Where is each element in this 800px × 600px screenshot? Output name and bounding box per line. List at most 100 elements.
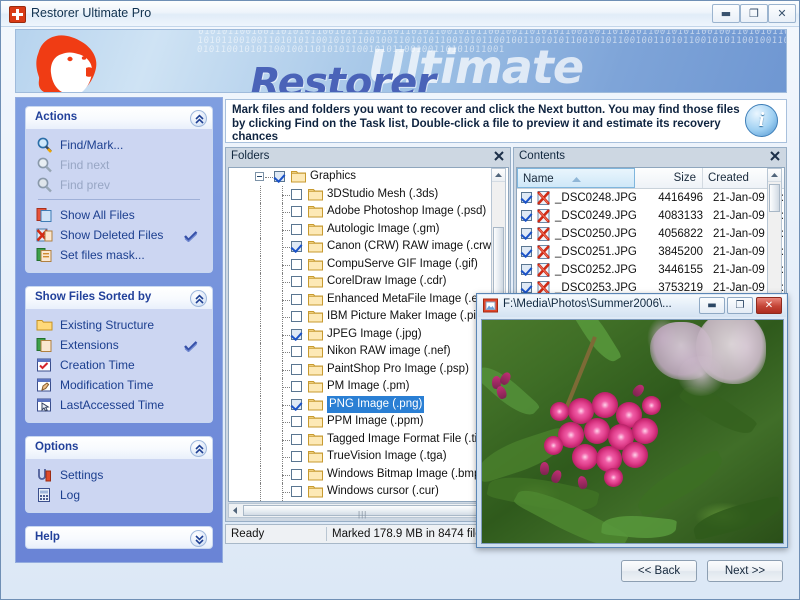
row-checkbox[interactable] (521, 282, 532, 293)
row-checkbox[interactable] (521, 192, 532, 203)
tree-checkbox[interactable] (291, 329, 302, 340)
preview-close-button[interactable]: ✕ (756, 297, 782, 314)
tree-node[interactable]: PPM Image (.ppm) (229, 413, 508, 431)
tree-checkbox[interactable] (291, 206, 302, 217)
tree-node[interactable]: IBM Picture Maker Image (.pic) (229, 308, 508, 326)
tree-node[interactable]: PNG Image (.png) (229, 396, 508, 414)
row-checkbox[interactable] (521, 228, 532, 239)
column-header-name[interactable]: Name (517, 168, 635, 188)
preview-window: F:\Media\Photos\Summer2006\... ▬ ❐ ✕ (476, 293, 788, 548)
sidebar-item-find-next[interactable]: Find next (30, 155, 208, 175)
tree-checkbox[interactable] (291, 259, 302, 270)
sidebar-item-set-files-mask[interactable]: Set files mask... (30, 245, 208, 265)
tree-checkbox[interactable] (291, 189, 302, 200)
folders-panel-header: Folders (226, 148, 510, 166)
tree-node[interactable]: Nikon RAW image (.nef) (229, 343, 508, 361)
tree-node[interactable]: Windows Bitmap Image (.bmp) (229, 466, 508, 484)
tree-node[interactable]: CorelDraw Image (.cdr) (229, 273, 508, 291)
tree-checkbox[interactable] (291, 399, 302, 410)
tree-checkbox[interactable] (291, 294, 302, 305)
tree-node[interactable]: PaintShop Pro Image (.psp) (229, 361, 508, 379)
table-row[interactable]: _DSC0251.JPG384520021-Jan-09 19:1 (517, 243, 784, 261)
close-button[interactable]: ✕ (768, 4, 796, 23)
tree-checkbox[interactable] (291, 311, 302, 322)
chevron-up-icon[interactable] (190, 110, 207, 127)
tree-checkbox[interactable] (291, 416, 302, 427)
sidebar-item-find-prev[interactable]: Find prev (30, 175, 208, 195)
tree-node[interactable]: Windows cursor (.cur) (229, 483, 508, 501)
preview-minimize-button[interactable]: ▬ (699, 297, 725, 314)
tree-checkbox[interactable] (291, 451, 302, 462)
tree-node[interactable]: Autologic Image (.gm) (229, 221, 508, 239)
tree-checkbox[interactable] (291, 224, 302, 235)
tree-checkbox[interactable] (291, 469, 302, 480)
tree-node-root[interactable]: Graphics (229, 168, 508, 186)
tree-node[interactable]: Adobe Photoshop Image (.psd) (229, 203, 508, 221)
tree-line (260, 238, 261, 256)
panel-header-help[interactable]: Help (25, 526, 213, 549)
scroll-up-arrow[interactable] (492, 169, 505, 182)
tree-node[interactable]: JPEG Image (.jpg) (229, 326, 508, 344)
sidebar-item-existing-structure[interactable]: Existing Structure (30, 315, 208, 335)
tree-checkbox[interactable] (291, 381, 302, 392)
preview-title-bar[interactable]: F:\Media\Photos\Summer2006\... ▬ ❐ ✕ (478, 295, 786, 317)
minimize-button[interactable]: ▬ (712, 4, 740, 23)
tree-checkbox[interactable] (274, 171, 285, 182)
sidebar-item-extensions[interactable]: Extensions (30, 335, 208, 355)
row-checkbox[interactable] (521, 210, 532, 221)
tree-checkbox[interactable] (291, 276, 302, 287)
chevron-up-icon[interactable] (190, 440, 207, 457)
sidebar-item-settings[interactable]: Settings (30, 465, 208, 485)
column-header-size[interactable]: Size (635, 168, 703, 188)
folder-icon (308, 275, 323, 288)
tree-node[interactable]: Enhanced MetaFile Image (.emf) (229, 291, 508, 309)
sidebar-item-show-all-files[interactable]: Show All Files (30, 205, 208, 225)
scroll-thumb[interactable]: ||| (243, 505, 493, 516)
chevron-down-icon[interactable] (190, 530, 207, 547)
tree-line (260, 431, 261, 449)
panel-header-actions[interactable]: Actions (25, 106, 213, 129)
cell-size: 3446155 (635, 261, 703, 279)
sidebar-item-modification-time[interactable]: Modification Time (30, 375, 208, 395)
tree-node[interactable]: TrueVision Image (.tga) (229, 448, 508, 466)
cell-name: _DSC0252.JPG (555, 261, 637, 279)
sidebar-item-last-accessed-time[interactable]: LastAccessed Time (30, 395, 208, 415)
folders-tree[interactable]: Graphics3DStudio Mesh (.3ds)Adobe Photos… (228, 167, 509, 502)
panel-header-sorted-by[interactable]: Show Files Sorted by (25, 286, 213, 309)
back-button[interactable]: << Back (621, 560, 697, 582)
tree-checkbox[interactable] (291, 364, 302, 375)
tree-horizontal-scrollbar[interactable]: ||| (228, 503, 509, 518)
chevron-up-icon[interactable] (190, 290, 207, 307)
table-row[interactable]: _DSC0249.JPG408313321-Jan-09 19:1 (517, 207, 784, 225)
tree-checkbox[interactable] (291, 486, 302, 497)
table-row[interactable]: _DSC0248.JPG441649621-Jan-09 19:1 (517, 189, 784, 207)
scroll-thumb[interactable] (769, 184, 780, 212)
tree-node[interactable]: 3DStudio Mesh (.3ds) (229, 186, 508, 204)
row-checkbox[interactable] (521, 246, 532, 257)
sidebar-divider (38, 199, 200, 200)
next-button[interactable]: Next >> (707, 560, 783, 582)
sidebar-item-log[interactable]: Log (30, 485, 208, 505)
collapse-expander-icon[interactable] (255, 172, 264, 181)
tree-node[interactable]: Tagged Image Format File (.tif) (229, 431, 508, 449)
tree-checkbox[interactable] (291, 346, 302, 357)
scroll-left-arrow[interactable] (230, 505, 241, 516)
maximize-button[interactable]: ❐ (740, 4, 768, 23)
close-icon[interactable] (492, 149, 506, 163)
tree-checkbox[interactable] (291, 434, 302, 445)
table-row[interactable]: _DSC0250.JPG405682221-Jan-09 19:1 (517, 225, 784, 243)
sidebar-item-show-deleted-files[interactable]: Show Deleted Files (30, 225, 208, 245)
close-icon[interactable] (768, 149, 782, 163)
tree-checkbox[interactable] (291, 241, 302, 252)
scroll-up-arrow[interactable] (768, 169, 781, 182)
panel-header-options[interactable]: Options (25, 436, 213, 459)
tree-node[interactable]: CompuServe GIF Image (.gif) (229, 256, 508, 274)
tree-node[interactable]: Canon (CRW) RAW image (.crw) (229, 238, 508, 256)
table-row[interactable]: _DSC0252.JPG344615521-Jan-09 19:1 (517, 261, 784, 279)
row-checkbox[interactable] (521, 264, 532, 275)
tree-node[interactable]: PM Image (.pm) (229, 378, 508, 396)
settings-icon (36, 467, 53, 483)
sidebar-item-creation-time[interactable]: Creation Time (30, 355, 208, 375)
preview-maximize-button[interactable]: ❐ (727, 297, 753, 314)
sidebar-item-find-mark[interactable]: Find/Mark... (30, 135, 208, 155)
